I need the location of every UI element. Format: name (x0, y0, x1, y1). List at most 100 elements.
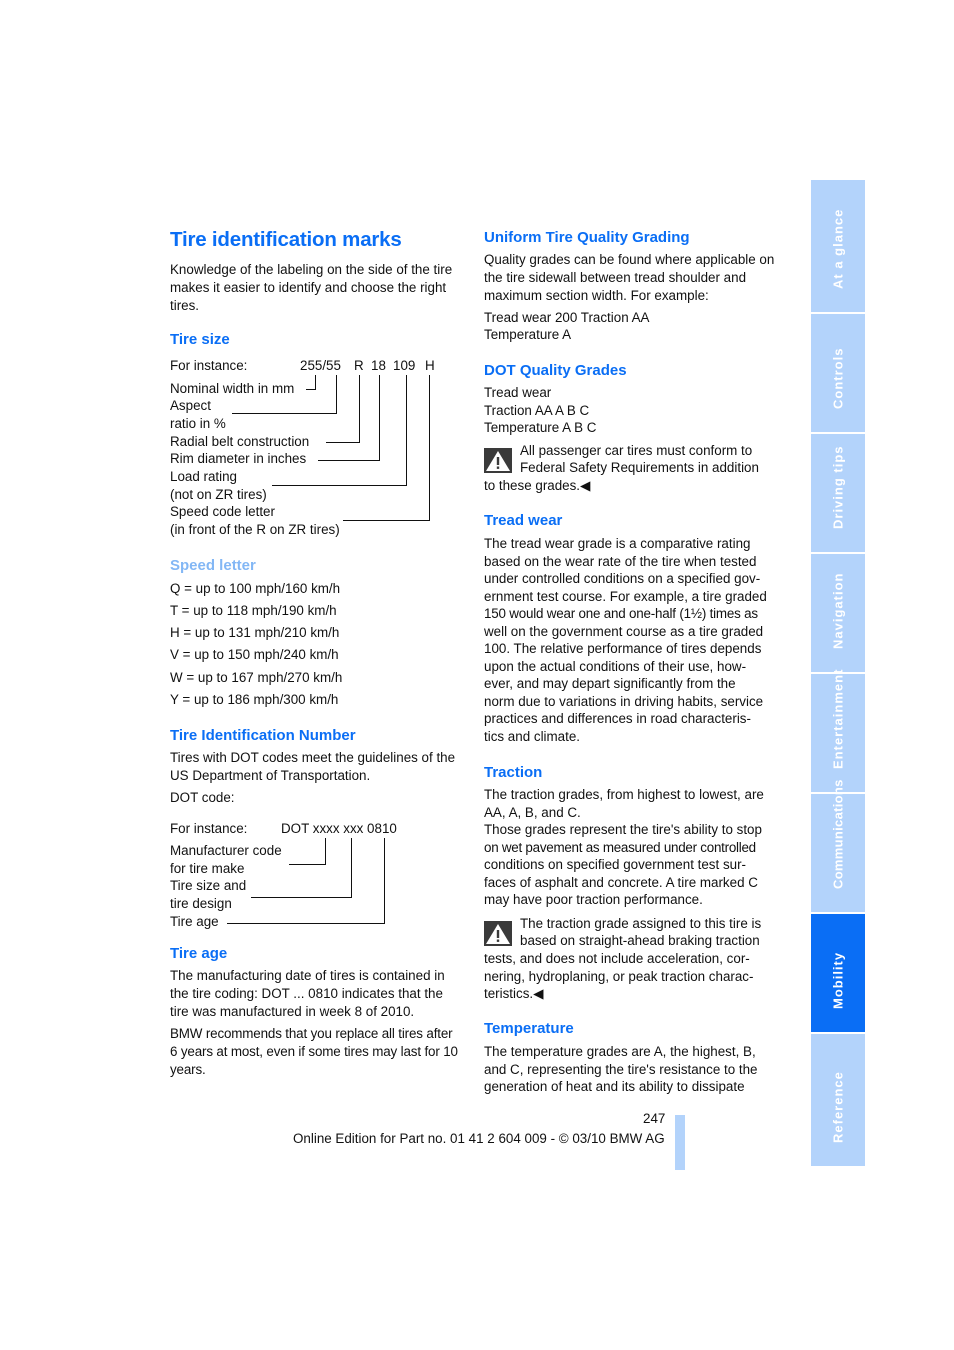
tab-controls[interactable]: Controls (811, 314, 865, 432)
label-manufacturer-note: for tire make (170, 861, 245, 876)
leader-line (325, 838, 326, 864)
text-line: The temperature grades are A, the highes… (484, 1044, 756, 1059)
tire-age-heading: Tire age (170, 945, 228, 962)
text-line: 150 would wear one and one-half (1½) tim… (484, 606, 758, 621)
leader-line (272, 485, 407, 486)
label-load: Load rating (170, 469, 238, 484)
label-manufacturer: Manufacturer code (170, 843, 282, 858)
text-line: on wet pavement as measured under contro… (484, 839, 756, 855)
label-tire-age: Tire age (170, 914, 219, 929)
text-line: generation of heat and its ability to di… (484, 1079, 745, 1094)
leader-line (232, 413, 337, 414)
text-line: upon the actual conditions of their use,… (484, 658, 747, 674)
label-ratio: ratio in % (170, 416, 226, 431)
leader-line (318, 460, 380, 461)
tire-age-text-1: The manufacturing date of tires is conta… (170, 968, 445, 1019)
leader-line (384, 838, 385, 924)
text-line: norm due to variations in driving habits… (484, 693, 764, 709)
leader-line (251, 897, 352, 898)
text-line: conditions on specified government test … (484, 857, 747, 872)
for-instance-label: For instance: (170, 821, 248, 836)
code-radial: R (354, 358, 364, 373)
text-line: and C, representing the tire's resistanc… (484, 1061, 758, 1077)
label-tire-design: tire design (170, 896, 232, 911)
leader-line (351, 838, 352, 898)
tire-age-text-2: BMW recommends that you replace all tire… (170, 1026, 458, 1077)
tab-label: Communications (830, 779, 846, 889)
leader-line (326, 442, 360, 443)
tread-wear-heading: Tread wear (484, 512, 563, 529)
code-rim: 18 (371, 358, 386, 373)
warning-text: based on straight-ahead braking traction (520, 933, 760, 948)
tab-communications[interactable]: Communications (811, 779, 865, 912)
text-line: ever, and may depart significantly from … (484, 676, 736, 691)
label-load-note: (not on ZR tires) (170, 487, 267, 502)
text-line: The traction grades, from highest to low… (484, 787, 764, 802)
tab-reference[interactable]: Reference (811, 1034, 865, 1166)
leader-line (336, 375, 337, 413)
tab-mobility[interactable]: Mobility (811, 914, 865, 1032)
text-line: The tread wear grade is a comparative ra… (484, 536, 751, 551)
speed-item: T = up to 118 mph/190 km/h (170, 603, 337, 618)
text-line: based on the wear rate of the tire when … (484, 553, 757, 569)
dot-code-label: DOT code: (170, 790, 235, 805)
text-line: Those grades represent the tire's abilit… (484, 822, 762, 837)
temperature-heading: Temperature (484, 1020, 574, 1037)
warning-icon (484, 448, 512, 473)
for-instance-label: For instance: (170, 358, 248, 373)
label-rim: Rim diameter in inches (170, 451, 307, 466)
tab-entertainment[interactable]: Entertainment (811, 669, 865, 792)
dot-grade-line: Temperature A B C (484, 420, 597, 435)
leader-line (306, 389, 316, 390)
tab-label: Mobility (830, 951, 846, 1009)
leader-line (379, 375, 380, 460)
tin-text: Tires with DOT codes meet the guidelines… (170, 750, 456, 783)
tab-at-a-glance[interactable]: At a glance (811, 180, 865, 312)
tab-navigation[interactable]: Navigation (811, 554, 865, 672)
speed-item: V = up to 150 mph/240 km/h (170, 647, 339, 662)
page-number: 247 (643, 1111, 666, 1126)
tab-label: Driving tips (830, 445, 846, 529)
utqg-text: Quality grades can be found where applic… (484, 252, 775, 303)
intro-text: Knowledge of the labeling on the side of… (170, 262, 453, 313)
speed-item: Q = up to 100 mph/160 km/h (170, 581, 341, 596)
text-line: may have poor traction performance. (484, 892, 703, 907)
warning-text: to these grades.◀ (484, 478, 591, 493)
traction-heading: Traction (484, 764, 543, 781)
leader-line (343, 520, 430, 521)
page-title: Tire identification marks (170, 228, 402, 251)
leader-line (227, 923, 385, 924)
label-nominal-width: Nominal width in mm (170, 381, 295, 396)
tab-driving-tips[interactable]: Driving tips (811, 434, 865, 552)
utqg-example-1: Tread wear 200 Traction AA (484, 310, 650, 325)
text-line: tics and climate. (484, 728, 581, 744)
dot-grade-line: Traction AA A B C (484, 403, 590, 418)
code-load: 109 (393, 358, 416, 373)
leader-line (429, 375, 430, 521)
warning-text: teristics.◀ (484, 986, 544, 1001)
temperature-text: The temperature grades are A, the highes… (484, 1043, 758, 1096)
warning-text: All passenger car tires must conform to (520, 443, 753, 458)
label-radial: Radial belt construction (170, 434, 310, 449)
tab-label: At a glance (830, 208, 846, 289)
text-line: ernment test course. For example, a tire… (484, 588, 767, 604)
text-line: well on the government course as a tire … (484, 623, 764, 639)
text-line: 100. The relative performance of tires d… (484, 641, 762, 656)
speed-item: W = up to 167 mph/270 km/h (170, 670, 343, 685)
text-line: under controlled conditions on a specifi… (484, 571, 761, 586)
tab-label: Controls (830, 347, 846, 409)
dot-grade-line: Tread wear (484, 385, 552, 400)
text-line: AA, A, B, and C. (484, 804, 581, 820)
speed-letter-heading: Speed letter (170, 557, 256, 574)
tire-size-heading: Tire size (170, 331, 230, 348)
dot-code-example: DOT xxxx xxx 0810 (281, 821, 397, 836)
label-aspect: Aspect (170, 398, 211, 413)
warning-text: nering, hydroplaning, or peak traction c… (484, 969, 754, 984)
label-tire-size: Tire size and (170, 878, 247, 893)
utqg-heading: Uniform Tire Quality Grading (484, 229, 690, 246)
utqg-example-2: Temperature A (484, 327, 572, 342)
tab-label: Navigation (830, 572, 846, 649)
dot-grades-heading: DOT Quality Grades (484, 362, 627, 379)
speed-item: Y = up to 186 mph/300 km/h (170, 692, 339, 707)
page-marker-bar (675, 1115, 685, 1170)
